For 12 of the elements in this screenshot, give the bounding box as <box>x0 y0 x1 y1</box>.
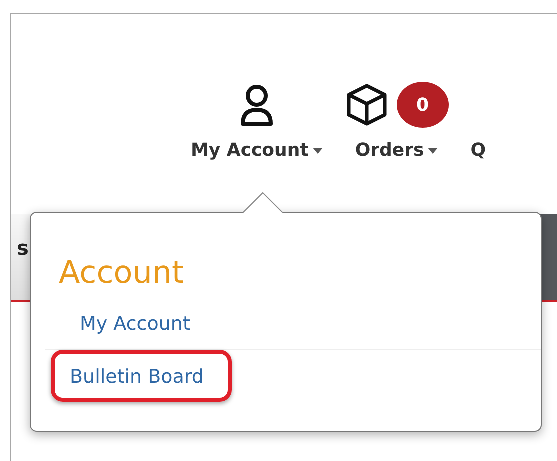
order-count-badge: 0 <box>396 82 449 128</box>
cut-off-menu-label[interactable]: Q <box>470 140 486 161</box>
box-icon <box>344 83 389 127</box>
dropdown-heading: Account <box>58 254 186 293</box>
dropdown-menu-link[interactable]: My Account <box>45 299 541 349</box>
caret-icon <box>312 148 323 154</box>
user-icon <box>240 84 274 126</box>
dropdown-menu-link[interactable]: Bulletin Board <box>51 350 232 402</box>
account-menu[interactable]: My Account <box>191 140 323 161</box>
caret-icon <box>428 148 438 154</box>
cut-off-nav-label[interactable]: s <box>11 214 29 300</box>
orders-menu[interactable]: Orders <box>355 140 438 161</box>
